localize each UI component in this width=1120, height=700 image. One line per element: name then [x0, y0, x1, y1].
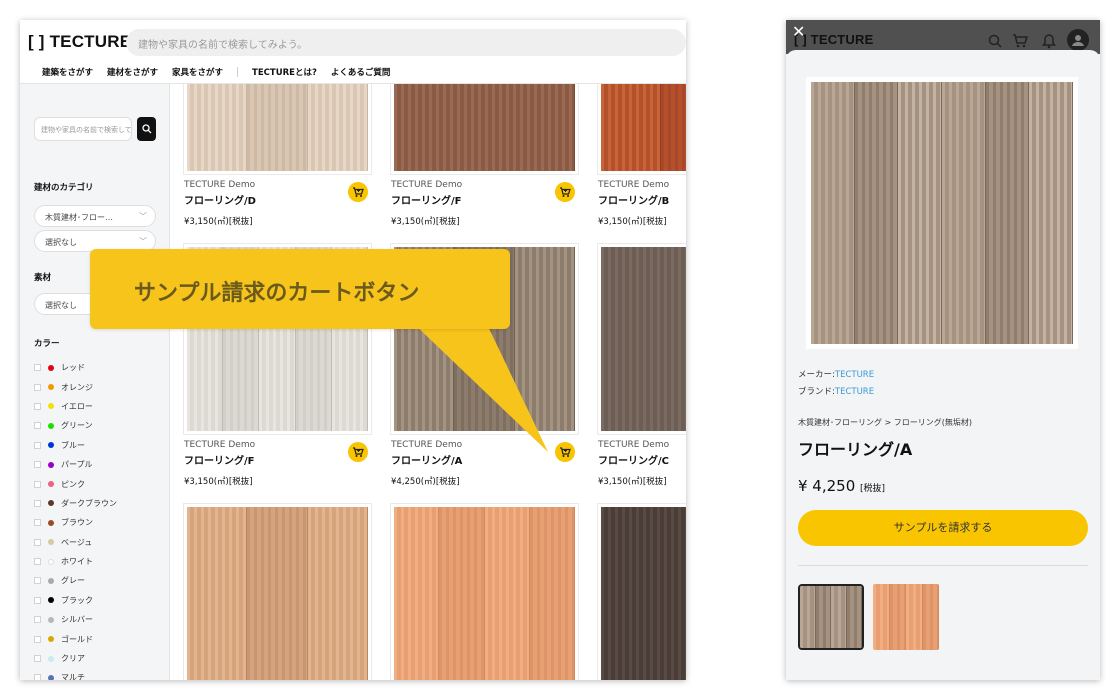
- callout-label: サンプル請求のカートボタン: [90, 249, 510, 329]
- callout-pointer: [410, 320, 548, 452]
